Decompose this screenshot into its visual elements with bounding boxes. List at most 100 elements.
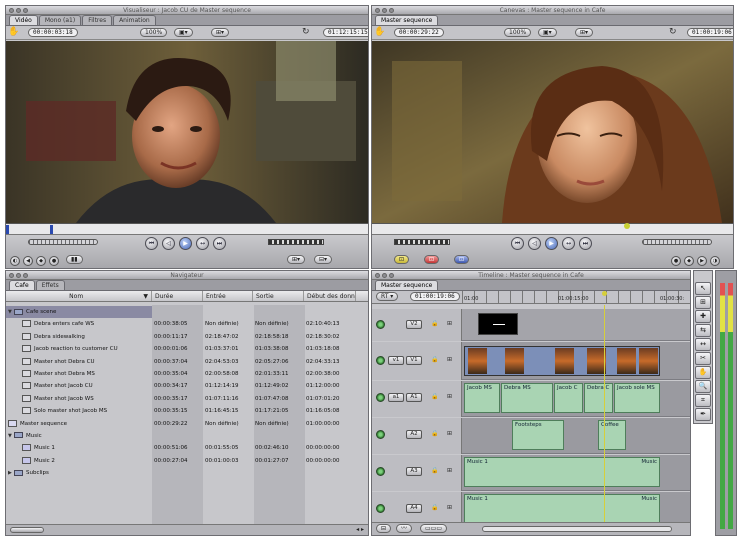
canvas-overlay-menu[interactable]: ⊞▾ bbox=[575, 28, 594, 37]
pen-tool-icon[interactable]: ✒ bbox=[695, 408, 711, 421]
razor-tool-icon[interactable]: ✂ bbox=[695, 352, 711, 365]
tab-video[interactable]: Vidéo bbox=[9, 15, 38, 25]
timeline-ruler[interactable]: 01:00 01:00:15:00 01:00:30: bbox=[462, 291, 690, 303]
next-edit-button[interactable]: ⏭ bbox=[579, 237, 592, 250]
track-source-a1[interactable]: a1 bbox=[388, 393, 404, 402]
viewer-shuttle-control[interactable] bbox=[268, 239, 324, 245]
audio-clip[interactable]: Jacob sole MS bbox=[614, 383, 660, 413]
play-around-button[interactable]: ↔ bbox=[196, 237, 209, 250]
browser-row[interactable]: Music 1 00:00:51:06 00:01:55:05 00:02:46:10… bbox=[6, 442, 368, 454]
play-in-out-button[interactable]: ◁ bbox=[162, 237, 175, 250]
link-icon[interactable]: ⊞ bbox=[447, 430, 452, 437]
timeline-titlebar[interactable]: Timeline : Master sequence in Cafe bbox=[372, 271, 690, 280]
viewer-current-timecode[interactable]: 01:12:15:15 bbox=[323, 28, 368, 37]
browser-item-name[interactable]: Master shot Debra CU bbox=[6, 356, 152, 368]
track-area[interactable] bbox=[462, 309, 690, 341]
browser-item-name[interactable]: Master shot Debra MS bbox=[6, 368, 152, 380]
browser-scrollbar[interactable]: ◂ ▸ bbox=[6, 524, 368, 535]
tab-master-sequence[interactable]: Master sequence bbox=[375, 15, 439, 25]
audio-clip[interactable]: Coffee bbox=[598, 420, 626, 450]
track-destination-v1[interactable]: V1 bbox=[406, 356, 422, 365]
timeline-playhead[interactable] bbox=[604, 305, 605, 522]
tab-effects[interactable]: Effets bbox=[35, 280, 65, 290]
track-destination-a3[interactable]: A3 bbox=[406, 467, 422, 476]
tab-cafe[interactable]: Cafe bbox=[9, 280, 35, 290]
music-clip[interactable]: Music 1 Music bbox=[464, 457, 660, 487]
canvas-titlebar[interactable]: Canevas : Master sequence in Cafe bbox=[372, 6, 733, 15]
timeline-scrollbar[interactable] bbox=[482, 526, 672, 532]
lock-icon[interactable]: 🔒 bbox=[431, 393, 438, 400]
browser-item-name[interactable]: Master shot Jacob CU bbox=[6, 380, 152, 392]
browser-row[interactable]: Debra sidewalking 00:00:11:17 02:18:47:02 0… bbox=[6, 331, 368, 343]
audio-clip[interactable]: Jacob C bbox=[554, 383, 583, 413]
viewer-zoom-menu[interactable]: 100% bbox=[140, 28, 168, 37]
hand-tool-icon[interactable]: ✋ bbox=[695, 366, 711, 379]
add-keyframe-button[interactable]: ◆ bbox=[684, 256, 694, 266]
audio-clip[interactable]: Footsteps bbox=[512, 420, 564, 450]
tab-mono-a1[interactable]: Mono (a1) bbox=[38, 15, 82, 25]
mark-clip-button[interactable]: ▶ bbox=[697, 256, 707, 266]
browser-row[interactable]: Debra enters cafe WS 00:00:38:05 Non défin… bbox=[6, 318, 368, 330]
track-destination-a1[interactable]: A1 bbox=[406, 393, 422, 402]
prev-edit-button[interactable]: ⏮ bbox=[511, 237, 524, 250]
column-header-name[interactable]: Nom ▼ bbox=[6, 291, 152, 301]
selection-tool-icon[interactable]: ↖ bbox=[695, 282, 711, 295]
track-destination-a4[interactable]: A4 bbox=[406, 504, 422, 513]
browser-item-name[interactable]: Jacob reaction to customer CU bbox=[6, 343, 152, 355]
lock-icon[interactable]: 🔒 bbox=[431, 467, 438, 474]
audio-clip[interactable]: Jacob MS bbox=[464, 383, 500, 413]
zoom-slider[interactable]: ▭▭▭ bbox=[420, 524, 448, 533]
canvas-current-timecode[interactable]: 01:00:19:06 bbox=[687, 28, 733, 37]
browser-row[interactable]: Solo master shot Jacob MS 00:00:35:15 01:1… bbox=[6, 405, 368, 417]
viewer-scrubber-bar[interactable] bbox=[6, 223, 368, 235]
track-visibility-toggle[interactable] bbox=[376, 356, 385, 365]
canvas-video-frame[interactable] bbox=[372, 41, 733, 223]
track-audible-toggle[interactable] bbox=[376, 430, 385, 439]
playhead-marker[interactable] bbox=[602, 291, 607, 296]
browser-row[interactable]: Jacob reaction to customer CU 00:00:01:06… bbox=[6, 343, 368, 355]
loop-icon[interactable]: ↻ bbox=[669, 27, 677, 38]
mark-clip-button[interactable]: ◀ bbox=[23, 256, 33, 266]
lock-icon[interactable]: 🔒 bbox=[431, 504, 438, 511]
browser-item-name[interactable]: Master shot Jacob WS bbox=[6, 393, 152, 405]
match-frame-button[interactable]: ◐ bbox=[10, 256, 20, 266]
browser-row[interactable]: Master sequence 00:00:29:22 Non définie) No… bbox=[6, 418, 368, 430]
music-clip[interactable]: Music 1 Music bbox=[464, 494, 660, 524]
browser-item-name[interactable]: Solo master shot Jacob MS bbox=[6, 405, 152, 417]
lock-icon[interactable]: 🔒 bbox=[431, 430, 438, 437]
track-audible-toggle[interactable] bbox=[376, 467, 385, 476]
tab-animation[interactable]: Animation bbox=[113, 15, 156, 25]
canvas-playhead[interactable] bbox=[624, 223, 630, 229]
track-height-button[interactable]: 〰 bbox=[396, 524, 413, 533]
canvas-zoom-menu[interactable]: 100% bbox=[504, 28, 532, 37]
viewer-titlebar[interactable]: Visualiseur : Jacob CU de Master sequenc… bbox=[6, 6, 368, 15]
browser-row[interactable]: ▶ Subclips bbox=[6, 467, 368, 479]
browser-item-name[interactable]: Master sequence bbox=[6, 418, 152, 430]
link-icon[interactable]: ⊞ bbox=[447, 393, 452, 400]
viewer-video-frame[interactable] bbox=[6, 41, 368, 223]
add-keyframe-button[interactable]: ◆ bbox=[36, 256, 46, 266]
canvas-duration-field[interactable]: 00:00:29:22 bbox=[394, 28, 444, 37]
out-point-marker[interactable] bbox=[50, 225, 53, 234]
insert-edit-button[interactable]: ⊡ bbox=[394, 255, 410, 264]
browser-item-name[interactable]: Music 2 bbox=[6, 455, 152, 467]
link-icon[interactable]: ⊞ bbox=[447, 504, 452, 511]
next-edit-button[interactable]: ⏭ bbox=[213, 237, 226, 250]
column-header-media-start[interactable]: Début des donné bbox=[304, 291, 356, 301]
browser-scroll-thumb[interactable] bbox=[10, 527, 44, 533]
play-around-button[interactable]: ↔ bbox=[562, 237, 575, 250]
lock-icon[interactable]: 🔒 bbox=[431, 356, 438, 363]
browser-row[interactable]: Master shot Jacob CU 00:00:34:17 01:12:14:… bbox=[6, 380, 368, 392]
mark-in-out-button[interactable]: ▮▮ bbox=[66, 255, 83, 264]
viewer-view-menu[interactable]: ▣▾ bbox=[174, 28, 193, 37]
track-audible-toggle[interactable] bbox=[376, 504, 385, 513]
replace-edit-button[interactable]: ⊡ bbox=[454, 255, 470, 264]
canvas-shuttle-control[interactable] bbox=[394, 239, 450, 245]
zoom-tool-icon[interactable]: 🔍 bbox=[695, 380, 711, 393]
play-button[interactable]: ▶ bbox=[545, 237, 558, 250]
browser-row[interactable]: ▼ Cafe scene bbox=[6, 306, 368, 319]
browser-titlebar[interactable]: Navigateur bbox=[6, 271, 368, 280]
browser-row[interactable]: ▼ Music bbox=[6, 430, 368, 442]
crop-tool-icon[interactable]: ⌗ bbox=[695, 394, 711, 407]
track-select-tool-icon[interactable]: ✚ bbox=[695, 310, 711, 323]
